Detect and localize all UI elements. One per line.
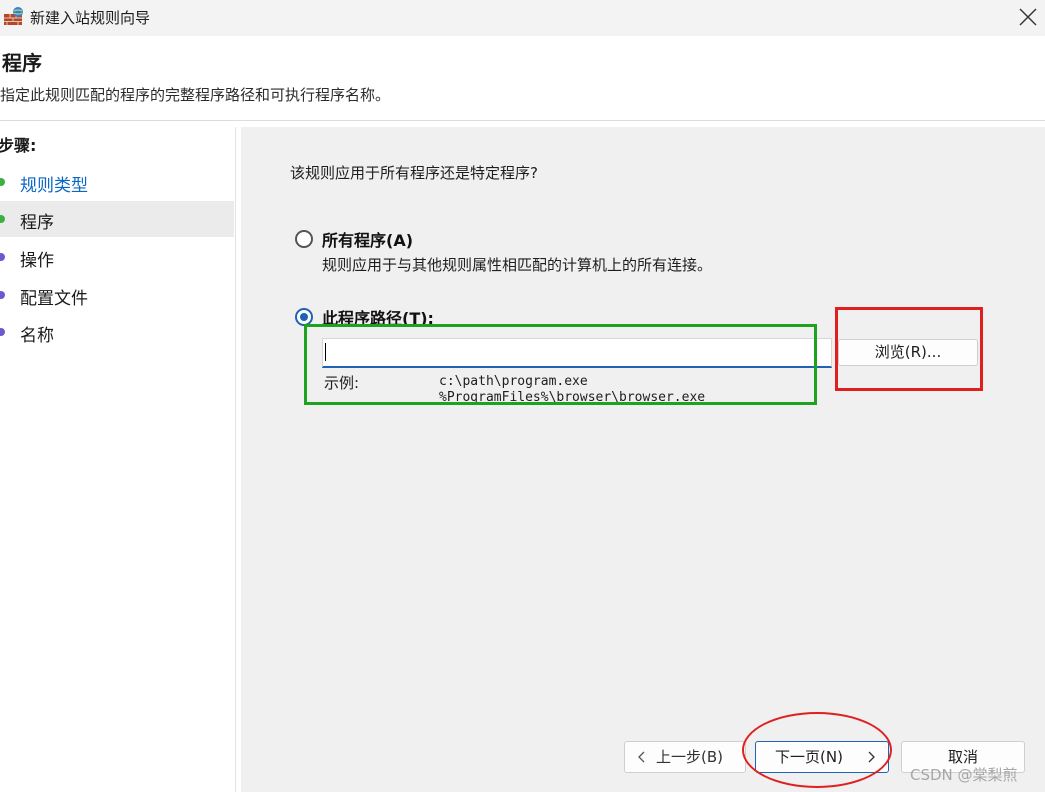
chevron-left-icon bbox=[638, 751, 645, 763]
step-label: 规则类型 bbox=[20, 176, 88, 196]
step-label: 操作 bbox=[20, 251, 54, 271]
step-pending-icon bbox=[0, 291, 5, 299]
step-program[interactable]: 程序 bbox=[0, 201, 234, 237]
page-title: 程序 bbox=[2, 51, 42, 75]
step-label: 程序 bbox=[20, 213, 54, 233]
page-description: 指定此规则匹配的程序的完整程序路径和可执行程序名称。 bbox=[0, 86, 391, 104]
green-highlight-box bbox=[304, 324, 817, 405]
all-programs-description: 规则应用于与其他规则属性相匹配的计算机上的所有连接。 bbox=[322, 256, 713, 274]
step-label: 配置文件 bbox=[20, 289, 88, 309]
step-rule-type[interactable]: 规则类型 bbox=[0, 164, 234, 200]
firewall-icon bbox=[3, 6, 25, 26]
back-button[interactable]: 上一步(B) bbox=[624, 741, 746, 773]
step-done-icon bbox=[0, 178, 5, 186]
red-highlight-ellipse bbox=[742, 712, 892, 788]
step-label: 名称 bbox=[20, 326, 54, 346]
back-button-label: 上一步(B) bbox=[656, 748, 723, 766]
all-programs-label[interactable]: 所有程序(A) bbox=[322, 227, 413, 251]
step-action[interactable]: 操作 bbox=[0, 239, 234, 275]
red-highlight-box bbox=[835, 307, 983, 391]
step-name[interactable]: 名称 bbox=[0, 314, 234, 350]
window-title: 新建入站规则向导 bbox=[30, 9, 151, 27]
close-icon bbox=[1019, 8, 1037, 26]
steps-label: 步骤: bbox=[0, 136, 37, 155]
step-current-icon bbox=[0, 215, 5, 223]
title-bar: 新建入站规则向导 bbox=[0, 0, 1045, 36]
step-pending-icon bbox=[0, 253, 5, 261]
close-button[interactable] bbox=[1010, 0, 1045, 34]
step-pending-icon bbox=[0, 328, 5, 336]
all-programs-radio[interactable] bbox=[295, 230, 313, 248]
question-text: 该规则应用于所有程序还是特定程序? bbox=[290, 164, 538, 182]
step-profile[interactable]: 配置文件 bbox=[0, 277, 234, 313]
header-divider bbox=[0, 120, 1045, 121]
watermark: CSDN @棠梨煎 bbox=[910, 766, 1018, 784]
